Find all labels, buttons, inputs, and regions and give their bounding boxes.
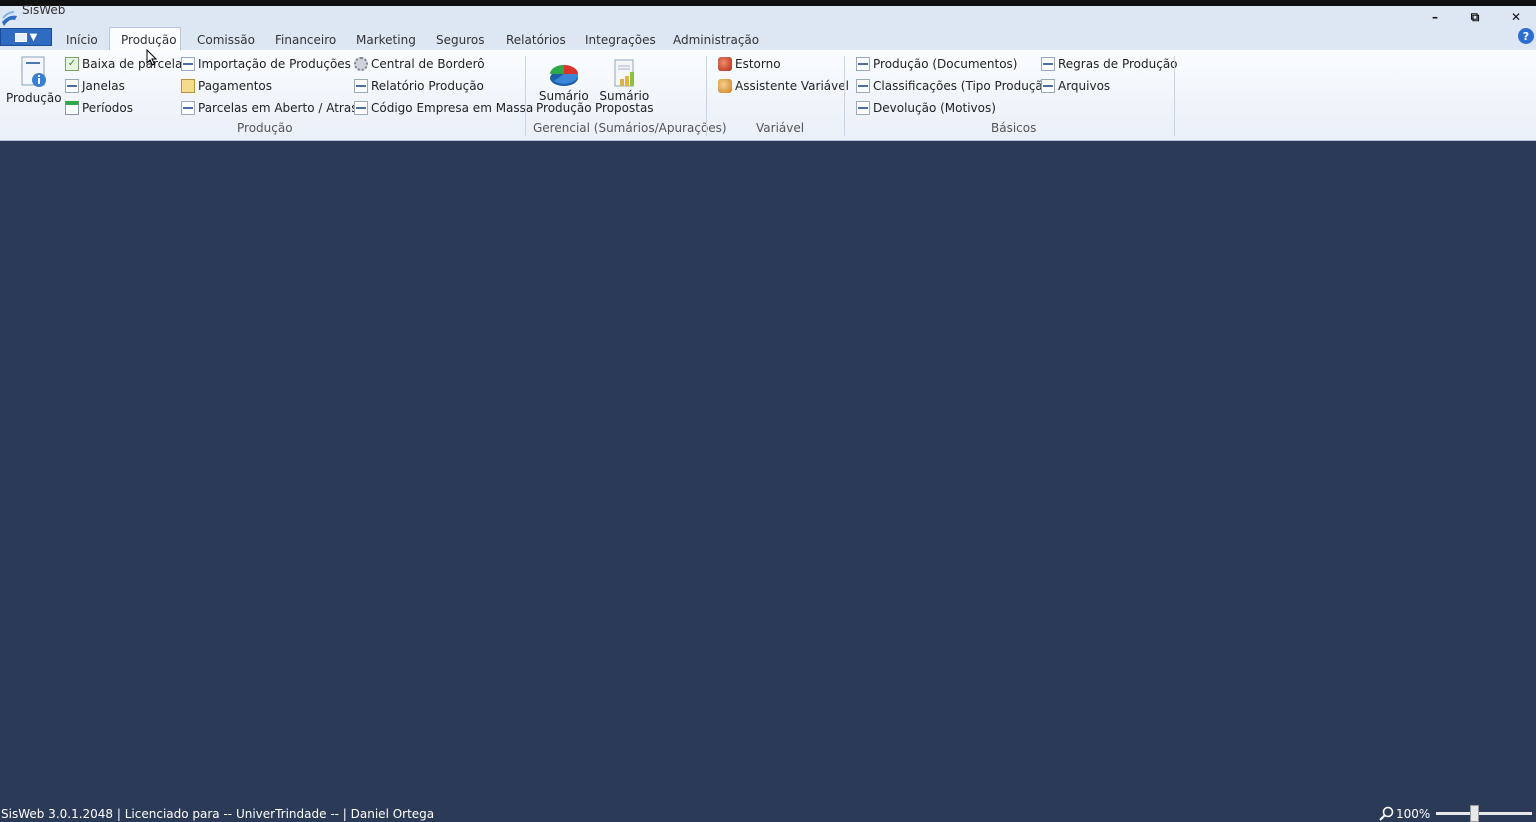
restore-button[interactable]: ⧉ xyxy=(1456,6,1494,28)
minimize-icon: – xyxy=(1432,10,1438,24)
tab-relatorios[interactable]: Relatórios xyxy=(506,33,566,47)
classificacoes-label: Classificações (Tipo Produção) xyxy=(873,79,1055,93)
document-icon xyxy=(1041,57,1055,71)
mouse-cursor-icon xyxy=(146,49,158,66)
window-title: SisWeb xyxy=(22,3,66,17)
relatorio-producao-item[interactable]: Relatório Produção xyxy=(354,79,484,93)
pagamentos-label: Pagamentos xyxy=(198,79,272,93)
sumario-propostas-line2: Propostas xyxy=(595,101,654,115)
producao-big-button-label: Produção xyxy=(6,91,62,105)
document-icon xyxy=(181,57,195,71)
importacao-de-producoes-label: Importação de Produções xyxy=(198,57,351,71)
janelas-item[interactable]: Janelas xyxy=(65,79,125,93)
central-de-bordero-label: Central de Borderô xyxy=(371,57,485,71)
gerencial-group-label: Gerencial (Sumários/Apurações) xyxy=(533,121,727,135)
tab-marketing[interactable]: Marketing xyxy=(356,33,416,47)
pagamentos-item[interactable]: Pagamentos xyxy=(181,79,272,93)
baixa-de-parcelas-item[interactable]: ✓ Baixa de parcelas xyxy=(65,57,189,71)
check-icon: ✓ xyxy=(65,57,79,71)
close-button[interactable]: ✕ xyxy=(1497,6,1535,28)
group-separator xyxy=(844,56,845,136)
help-icon[interactable]: ? xyxy=(1518,28,1534,44)
tab-integracoes[interactable]: Integrações xyxy=(585,33,656,47)
close-icon: ✕ xyxy=(1510,10,1522,24)
central-de-bordero-item[interactable]: Central de Borderô xyxy=(354,57,485,71)
document-icon xyxy=(856,79,870,93)
devolucao-motivos-label: Devolução (Motivos) xyxy=(873,101,996,115)
title-bar: SisWeb – ⧉ ✕ xyxy=(0,3,1536,28)
assistente-variavel-label: Assistente Variável xyxy=(735,79,849,93)
producao-big-button[interactable]: Produção xyxy=(6,56,62,104)
status-text: SisWeb 3.0.1.2048 | Licenciado para -- U… xyxy=(1,807,435,821)
janelas-label: Janelas xyxy=(82,79,125,93)
regras-de-producao-label: Regras de Produção xyxy=(1058,57,1178,71)
assistente-variavel-item[interactable]: Assistente Variável xyxy=(718,79,849,93)
parcelas-em-aberto-label: Parcelas em Aberto / Atraso xyxy=(198,101,365,115)
producao-group-label: Produção xyxy=(237,121,293,135)
document-icon xyxy=(1041,79,1055,93)
arquivos-item[interactable]: Arquivos xyxy=(1041,79,1110,93)
tab-financeiro[interactable]: Financeiro xyxy=(275,33,336,47)
producao-documentos-item[interactable]: Produção (Documentos) xyxy=(856,57,1018,71)
tab-seguros[interactable]: Seguros xyxy=(436,33,485,47)
report-chart-icon xyxy=(614,59,635,87)
chevron-down-icon: ▼ xyxy=(29,31,38,43)
tab-comissao[interactable]: Comissão xyxy=(197,33,255,47)
document-icon xyxy=(354,79,368,93)
zoom-slider-thumb[interactable] xyxy=(1470,805,1479,822)
periodos-item[interactable]: Períodos xyxy=(65,101,133,115)
document-icon xyxy=(354,101,368,115)
app-menu-icon xyxy=(14,32,27,42)
payment-icon xyxy=(181,79,195,93)
estorno-icon xyxy=(718,57,732,71)
zoom-icon xyxy=(1379,806,1394,821)
periodos-label: Períodos xyxy=(82,101,134,115)
sumario-producao-button[interactable]: Sumário Produção xyxy=(536,58,592,114)
devolucao-motivos-item[interactable]: Devolução (Motivos) xyxy=(856,101,996,115)
producao-documentos-label: Produção (Documentos) xyxy=(873,57,1018,71)
tab-inicio[interactable]: Início xyxy=(66,33,98,47)
variavel-group-label: Variável xyxy=(756,121,805,135)
tab-administracao[interactable]: Administração xyxy=(673,33,759,47)
relatorio-producao-label: Relatório Produção xyxy=(371,79,484,93)
parcelas-em-aberto-item[interactable]: Parcelas em Aberto / Atraso xyxy=(181,101,365,115)
restore-icon: ⧉ xyxy=(1470,9,1480,24)
document-icon xyxy=(856,57,870,71)
gear-icon xyxy=(354,57,368,71)
arquivos-label: Arquivos xyxy=(1058,79,1111,93)
tab-producao[interactable]: Produção xyxy=(121,33,177,47)
document-icon xyxy=(856,101,870,115)
baixa-de-parcelas-label: Baixa de parcelas xyxy=(82,57,189,71)
sumario-producao-line2: Produção xyxy=(536,101,592,115)
app-menu-button[interactable]: ▼ xyxy=(0,28,52,46)
assistente-icon xyxy=(718,79,732,93)
minimize-button[interactable]: – xyxy=(1416,6,1454,28)
classificacoes-item[interactable]: Classificações (Tipo Produção) xyxy=(856,79,1055,93)
importacao-de-producoes-item[interactable]: Importação de Produções xyxy=(181,57,351,71)
estorno-label: Estorno xyxy=(735,57,781,71)
codigo-empresa-em-massa-item[interactable]: Código Empresa em Massa xyxy=(354,101,533,115)
group-separator xyxy=(525,56,526,136)
regras-de-producao-item[interactable]: Regras de Produção xyxy=(1041,57,1178,71)
basicos-group-label: Básicos xyxy=(991,121,1037,135)
document-icon xyxy=(65,79,79,93)
document-info-icon xyxy=(21,56,46,87)
estorno-item[interactable]: Estorno xyxy=(718,57,781,71)
mdi-workspace xyxy=(0,141,1536,806)
pie-chart-icon xyxy=(549,65,578,86)
app-logo-icon xyxy=(2,11,17,26)
calendar-icon xyxy=(65,101,79,115)
zoom-level: 100% xyxy=(1396,807,1431,821)
codigo-empresa-em-massa-label: Código Empresa em Massa xyxy=(371,101,534,115)
sumario-propostas-button[interactable]: Sumário Propostas xyxy=(595,58,654,114)
document-icon xyxy=(181,101,195,115)
zoom-slider[interactable] xyxy=(1436,812,1532,815)
group-separator xyxy=(706,56,707,136)
group-separator xyxy=(1174,56,1175,136)
